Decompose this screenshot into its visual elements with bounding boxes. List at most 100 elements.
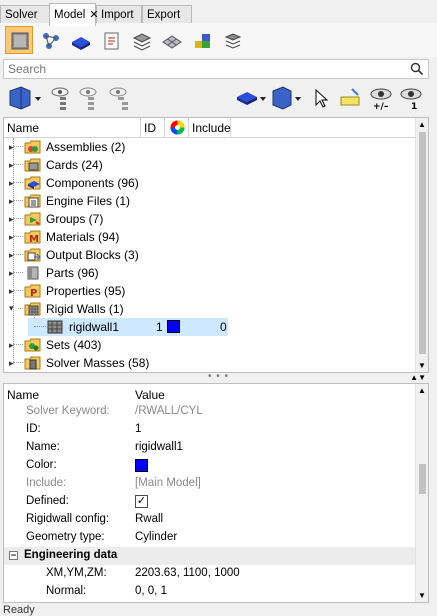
prop-row-xm-ym-zm[interactable]: XM,YM,ZM: 2203.63, 1100, 1000 (4, 565, 416, 583)
model-browser-icon (11, 32, 29, 50)
expand-icon[interactable]: ▸ (9, 286, 14, 297)
tree-item-solver-masses[interactable]: ▸ Solver Masses (58) (4, 354, 416, 370)
prop-row-defined[interactable]: Defined: ✓ (4, 493, 416, 511)
expand-icon[interactable]: ▸ (9, 214, 14, 225)
column-header-color[interactable] (165, 118, 189, 138)
prop-value[interactable]: Cylinder (135, 531, 177, 543)
prop-group-label: Engineering data (24, 549, 118, 561)
expand-icon[interactable]: ▸ (9, 142, 14, 153)
close-icon[interactable]: ✕ (89, 8, 98, 21)
entity-selector-dropdown[interactable] (235, 85, 271, 113)
layers-button[interactable] (188, 26, 216, 54)
tree-item-parts[interactable]: ▸ Parts (96) (4, 264, 416, 282)
mesh-button[interactable] (157, 26, 185, 54)
tree-item-materials[interactable]: ▸ M Materials (94) (4, 228, 416, 246)
prop-scroll-thumb[interactable] (419, 464, 426, 494)
tree-scroll-thumb[interactable] (419, 132, 426, 354)
prop-value[interactable]: 1 (135, 423, 141, 435)
tree-item-sets[interactable]: ▸ Sets (403) (4, 336, 416, 354)
prop-name: Geometry type: (26, 531, 105, 543)
collapse-icon[interactable]: − (9, 551, 18, 560)
tree-item-cards[interactable]: ▸ Cards (24) (4, 156, 416, 174)
tab-import[interactable]: Import (96, 5, 142, 25)
prop-row-id[interactable]: ID: 1 (4, 421, 416, 439)
scroll-down-icon[interactable]: ▼ (418, 361, 426, 370)
expand-icon[interactable]: ▸ (9, 196, 14, 207)
scroll-up-icon[interactable]: ▲ (418, 386, 426, 395)
component-view-dropdown[interactable] (8, 85, 46, 113)
defined-checkbox[interactable]: ✓ (135, 495, 148, 508)
tree-view-button[interactable] (48, 85, 72, 113)
grip-icon: • • • (208, 371, 230, 382)
tree-item-output-blocks[interactable]: ▸ Output Blocks (3) (4, 246, 416, 264)
scroll-down-icon[interactable]: ▼ (418, 591, 426, 600)
column-header-include[interactable]: Include (189, 118, 231, 138)
tree-scrollbar[interactable]: ▲ ▼ (415, 118, 428, 372)
card-edit-button[interactable] (97, 26, 125, 54)
color-wheel-icon (170, 120, 185, 135)
eye-one-icon: 1 (400, 88, 422, 112)
solver-deck-button[interactable] (127, 26, 155, 54)
column-header-name[interactable]: Name (4, 118, 141, 138)
entity-selector-icon (237, 92, 266, 105)
expand-icon[interactable]: ▸ (9, 232, 14, 243)
tree-view-button-2[interactable] (76, 85, 100, 113)
prop-row-geometry-type[interactable]: Geometry type: Cylinder (4, 529, 416, 547)
connectivity-button[interactable] (36, 26, 64, 54)
svg-text:1: 1 (411, 102, 417, 111)
panel-splitter[interactable]: • • • ▲▼ (0, 371, 437, 382)
entity-box-icon (72, 37, 90, 50)
prop-name: Defined: (26, 495, 69, 507)
stack-button[interactable] (218, 26, 246, 54)
color-swatch[interactable] (167, 320, 180, 333)
tree-item-properties[interactable]: ▸ P Properties (95) (4, 282, 416, 300)
search-input[interactable] (4, 60, 404, 78)
tree-item-engine-files[interactable]: ▸ Engine Files (1) (4, 192, 416, 210)
browser-toolbar (0, 23, 437, 57)
show-one-button[interactable]: 1 (398, 85, 424, 113)
component-select-dropdown[interactable] (271, 85, 307, 113)
entity-box-button[interactable] (66, 26, 94, 54)
model-browser-button[interactable] (5, 26, 33, 54)
tree-item-components[interactable]: ▸ Components (96) (4, 174, 416, 192)
scroll-up-icon[interactable]: ▲ (418, 120, 426, 129)
tree-item-rigid-walls[interactable]: ▾ Rigid Walls (1) (4, 300, 416, 318)
collapse-icon[interactable]: ▾ (9, 303, 14, 314)
expand-icon[interactable]: ▸ (9, 340, 14, 351)
tab-export[interactable]: Export (142, 5, 192, 25)
prop-scrollbar[interactable]: ▲ ▼ (415, 384, 428, 602)
expand-icon[interactable]: ▸ (9, 250, 14, 261)
tree-view-button-3[interactable] (106, 85, 132, 113)
prop-value[interactable]: Rwall (135, 513, 163, 525)
prop-color-swatch[interactable] (135, 459, 148, 472)
search-icon[interactable] (410, 62, 424, 79)
search-box (3, 59, 429, 79)
prop-row-rigidwall-config[interactable]: Rigidwall config: Rwall (4, 511, 416, 529)
double-chevron-icon[interactable]: ▲▼ (410, 373, 426, 382)
prop-row-name[interactable]: Name: rigidwall1 (4, 439, 416, 457)
tab-import-label: Import (101, 9, 134, 21)
svg-text:M: M (29, 234, 39, 245)
tab-model[interactable]: Model ✕ (49, 3, 99, 26)
tree-item-rigidwall1[interactable]: rigidwall1 1 0 (28, 318, 228, 336)
expand-icon[interactable]: ▸ (9, 160, 14, 171)
prop-value[interactable]: 0, 0, 1 (135, 585, 167, 597)
tree-item-groups[interactable]: ▸ Groups (7) (4, 210, 416, 228)
tab-solver[interactable]: Solver (0, 5, 50, 25)
prop-value[interactable]: rigidwall1 (135, 441, 183, 453)
select-cursor-button[interactable] (311, 85, 331, 113)
prop-value[interactable]: 2203.63, 1100, 1000 (135, 567, 240, 579)
tree-eye-icon-3 (109, 87, 128, 110)
prop-group-engineering-data[interactable]: − Engineering data (4, 547, 416, 565)
highlight-button[interactable] (338, 85, 362, 113)
tree-item-assemblies[interactable]: ▸ Assemblies (2) (4, 138, 416, 156)
expand-icon[interactable]: ▸ (9, 268, 14, 279)
prop-row-color[interactable]: Color: (4, 457, 416, 475)
expand-icon[interactable]: ▸ (9, 178, 14, 189)
tree-item-label: Engine Files (1) (46, 194, 131, 208)
show-hide-toggle-button[interactable]: +/– (368, 85, 394, 113)
solver-masses-icon (24, 355, 42, 370)
expand-icon[interactable]: ▸ (9, 358, 14, 369)
column-header-id[interactable]: ID (141, 118, 165, 138)
prop-row-normal[interactable]: Normal: 0, 0, 1 (4, 583, 416, 601)
